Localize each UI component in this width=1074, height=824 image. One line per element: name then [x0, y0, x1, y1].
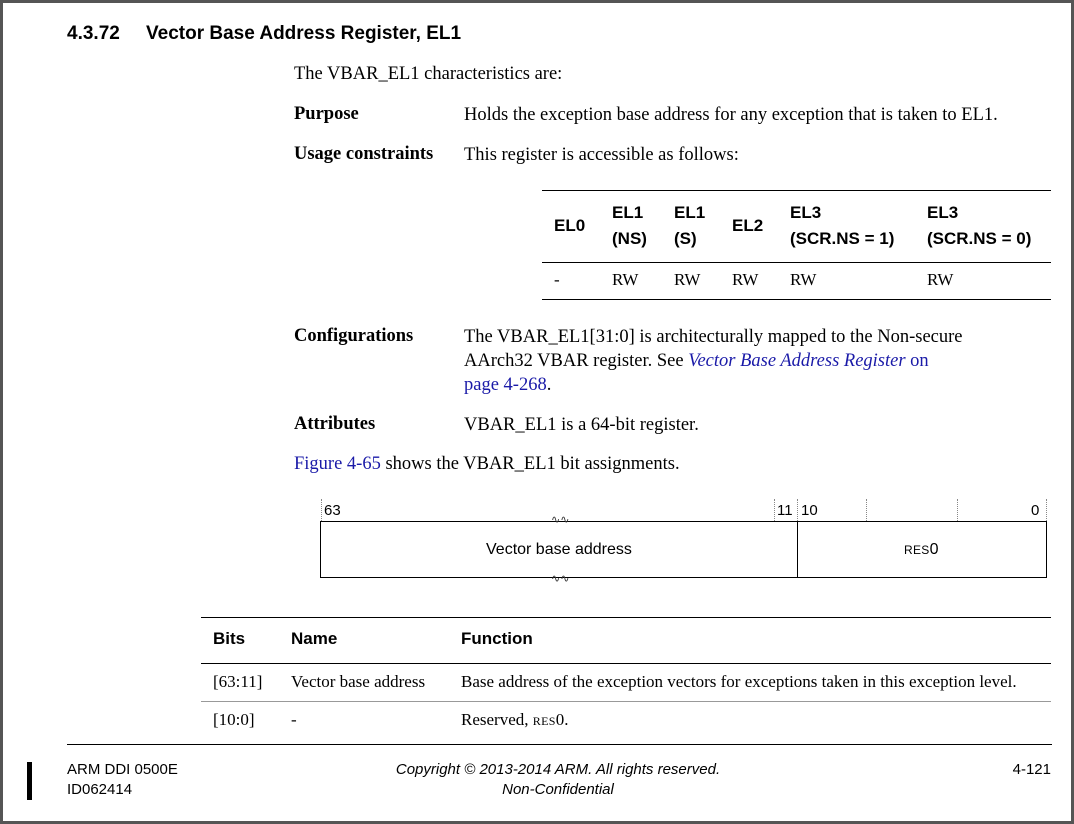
access-table-top-rule [542, 190, 1051, 191]
purpose-term: Purpose [294, 104, 359, 124]
bit-tick-11 [774, 499, 775, 521]
register-field-divider [797, 521, 798, 578]
bits-row1-function: Base address of the exception vectors fo… [461, 672, 1017, 691]
bits-row2-bits: [10:0] [213, 710, 255, 729]
bit-label-63: 63 [324, 502, 341, 519]
attributes-term: Attributes [294, 414, 376, 434]
section-number: 4.3.72 [67, 23, 120, 44]
section-heading: 4.3.72 Vector Base Address Register, EL1 [67, 23, 461, 45]
access-table-header-rule [542, 262, 1051, 263]
bits-row2-function: Reserved, RES0. [461, 710, 569, 729]
bits-table-header-rule [201, 663, 1051, 664]
bit-tick-0 [1046, 499, 1047, 521]
field-vector-base-address: Vector base address [486, 541, 632, 558]
vbar-register-link[interactable]: Vector Base Address Register [688, 351, 905, 371]
access-table-bottom-rule [542, 299, 1051, 300]
usage-term: Usage constraints [294, 144, 434, 164]
configurations-term: Configurations [294, 326, 414, 346]
bit-tick-10 [797, 499, 798, 521]
usage-text: This register is accessible as follows: [464, 145, 739, 165]
change-bar [27, 762, 32, 800]
page-4-268-link[interactable]: page 4-268 [464, 375, 547, 395]
access-header-el3-ns0: EL3 (SCR.NS = 0) [927, 203, 1032, 248]
footer-confidentiality: Non-Confidential [502, 781, 614, 798]
figure-reference: Figure 4-65 shows the VBAR_EL1 bit assig… [294, 454, 680, 474]
bits-table-top-rule [201, 617, 1051, 618]
bit-tick-mid1 [866, 499, 867, 521]
access-value-el3-ns1: RW [790, 270, 817, 289]
footer-doc-version: ID062414 [67, 781, 133, 798]
break-mark-bottom: ∿∿ [551, 573, 570, 585]
access-value-el1-ns: RW [612, 270, 639, 289]
purpose-text: Holds the exception base address for any… [464, 105, 998, 125]
intro-text: The VBAR_EL1 characteristics are: [294, 64, 563, 84]
break-mark-top: ∿∿ [551, 514, 570, 526]
section-title: Vector Base Address Register, EL1 [146, 23, 462, 44]
bits-header-name: Name [291, 629, 338, 648]
footer-doc-id: ARM DDI 0500E [67, 761, 178, 778]
bit-tick-63 [321, 499, 322, 521]
footer-page-number: 4-121 [1012, 761, 1051, 778]
access-value-el2: RW [732, 270, 759, 289]
footer-rule [67, 744, 1052, 745]
figure-4-65-link[interactable]: Figure 4-65 [294, 454, 381, 474]
footer-copyright: Copyright © 2013-2014 ARM. All rights re… [395, 761, 721, 778]
bit-tick-mid2 [957, 499, 958, 521]
access-value-el1-s: RW [674, 270, 701, 289]
configurations-text: The VBAR_EL1[31:0] is architecturally ma… [464, 327, 963, 395]
footer-center: Copyright © 2013-2014 ARM. All rights re… [358, 760, 758, 800]
bits-table-row-rule [201, 701, 1051, 702]
access-header-el0: EL0 [554, 216, 586, 235]
access-value-el0: - [554, 270, 560, 289]
bits-header-bits: Bits [213, 629, 246, 648]
bits-row2-name: - [291, 710, 297, 729]
access-header-el1-s: EL1 (S) [674, 203, 706, 248]
bit-label-0: 0 [1031, 502, 1040, 519]
bit-label-11: 11 [777, 502, 793, 519]
access-header-el1-ns: EL1 (NS) [612, 203, 647, 248]
footer-doc-info: ARM DDI 0500E ID062414 [67, 760, 178, 800]
attributes-text: VBAR_EL1 is a 64-bit register. [464, 415, 699, 435]
field-res0: RES0 [904, 541, 939, 558]
access-header-el3-ns1: EL3 (SCR.NS = 1) [790, 203, 895, 248]
bits-row1-name: Vector base address [291, 672, 426, 691]
bits-header-function: Function [461, 629, 533, 648]
bit-label-10: 10 [801, 502, 818, 519]
bits-row1-bits: [63:11] [213, 672, 263, 691]
vbar-register-link-on[interactable]: on [906, 351, 929, 371]
access-header-el2: EL2 [732, 216, 764, 235]
access-value-el3-ns0: RW [927, 270, 954, 289]
